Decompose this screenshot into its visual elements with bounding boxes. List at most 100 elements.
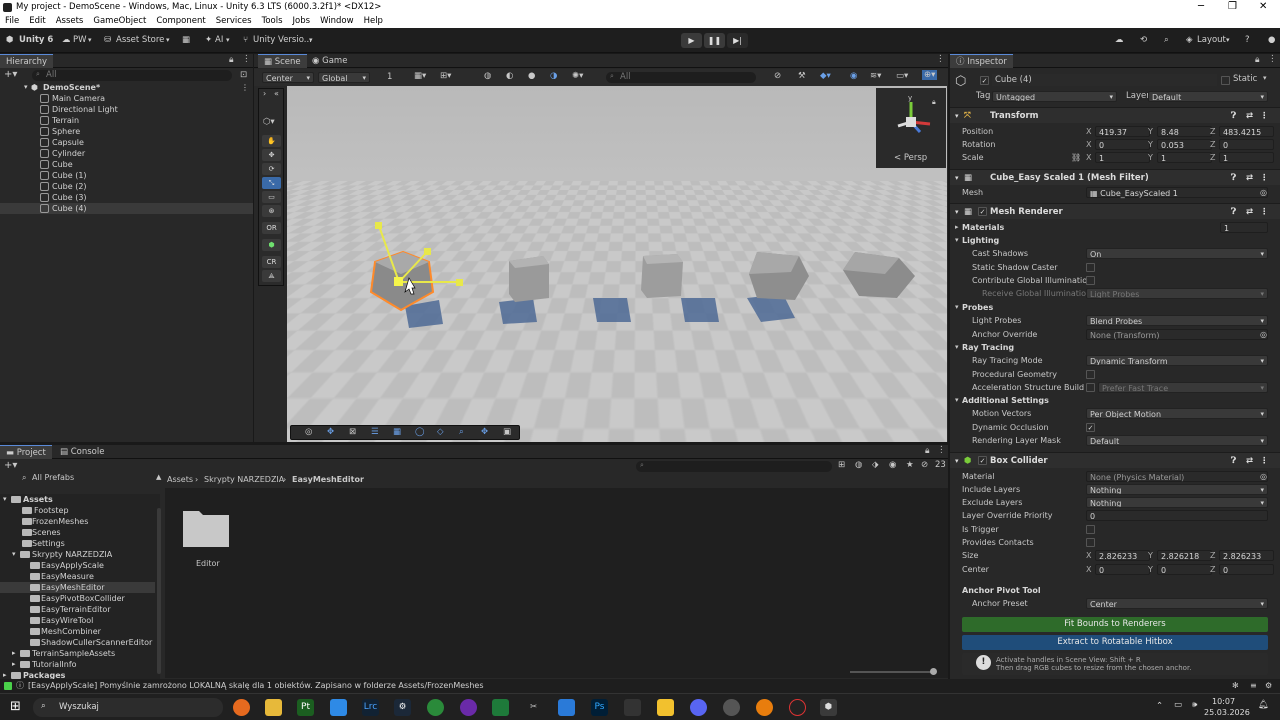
object-picker-icon[interactable]: ◎ bbox=[1260, 470, 1267, 483]
mesh-field[interactable]: ▦ Cube_EasyScaled 1 bbox=[1086, 187, 1268, 198]
fit-bounds-button[interactable]: Fit Bounds to Renderers bbox=[962, 617, 1268, 632]
probes-section[interactable]: ▾ Probes bbox=[950, 301, 1280, 314]
tree-item[interactable]: Scenes bbox=[0, 527, 155, 538]
layer-dropdown[interactable]: Default bbox=[1148, 91, 1268, 102]
settings-icon[interactable]: ⚙ bbox=[1265, 679, 1272, 693]
breadcrumb-item[interactable]: Assets bbox=[167, 474, 193, 486]
layers-icon[interactable]: ≋▾ bbox=[870, 71, 881, 81]
hierarchy-item[interactable]: Cylinder bbox=[0, 148, 253, 159]
hide-icon[interactable]: ⊘ bbox=[774, 71, 781, 81]
position-y-field[interactable]: 8.48 bbox=[1157, 126, 1212, 137]
size-z-field[interactable]: 2.826233 bbox=[1219, 550, 1274, 561]
chevron-down-icon[interactable]: ▾ bbox=[1263, 74, 1267, 82]
scene-search-input[interactable]: ⌕ All bbox=[606, 72, 756, 83]
is-trigger-checkbox[interactable] bbox=[1086, 525, 1095, 534]
collapse-arrow-icon[interactable]: › bbox=[263, 89, 266, 98]
lock-icon[interactable]: 🔒︎ bbox=[925, 446, 930, 456]
tool-icon[interactable]: ⊠ bbox=[349, 427, 356, 437]
app-icon[interactable] bbox=[624, 699, 641, 716]
filter-type-icon[interactable]: ⊞ bbox=[838, 460, 845, 470]
taskbar-time[interactable]: 10:07 bbox=[1212, 697, 1235, 706]
link-icon[interactable]: ⛓ bbox=[1071, 151, 1081, 164]
restore-button[interactable]: ❐ bbox=[1228, 1, 1237, 12]
history-icon[interactable]: ⟲ bbox=[1140, 34, 1147, 47]
static-shadow-checkbox[interactable] bbox=[1086, 263, 1095, 272]
materials-count-field[interactable]: 1 bbox=[1220, 222, 1268, 233]
tool-icon[interactable]: ◇ bbox=[437, 427, 444, 437]
volume-icon[interactable]: 🕪︎ bbox=[1192, 700, 1197, 710]
tree-item[interactable]: EasyApplyScale bbox=[0, 560, 155, 571]
tree-item[interactable]: ▸ TerrainSampleAssets bbox=[0, 648, 155, 659]
network-icon[interactable]: ▭ bbox=[1174, 700, 1182, 710]
scene-viewport[interactable] bbox=[287, 86, 947, 442]
tool-icon[interactable]: ✥ bbox=[481, 427, 488, 437]
rect-tool-button[interactable]: ▭ bbox=[262, 191, 281, 203]
rendering-layer-dropdown[interactable]: Default bbox=[1086, 435, 1268, 446]
package-icon[interactable]: ▦ bbox=[182, 34, 190, 47]
lock-icon[interactable]: 🔒︎ bbox=[1255, 55, 1260, 65]
tool-icon[interactable]: ✥ bbox=[327, 427, 334, 437]
app-icon[interactable] bbox=[330, 699, 347, 716]
unity-hub-icon[interactable]: ⬢ bbox=[820, 699, 837, 716]
menu-component[interactable]: Component bbox=[151, 14, 210, 28]
scale-z-field[interactable]: 1 bbox=[1219, 152, 1274, 163]
tab-inspector[interactable]: ⓘ Inspector bbox=[950, 54, 1013, 68]
wireframe-icon[interactable]: ◐ bbox=[506, 71, 513, 81]
grid-icon[interactable]: ▦▾ bbox=[414, 71, 426, 81]
object-picker-icon[interactable]: ◎ bbox=[1260, 328, 1267, 341]
additional-settings-section[interactable]: ▾ Additional Settings bbox=[950, 394, 1280, 407]
tree-item[interactable]: MeshCombiner bbox=[0, 626, 155, 637]
help-icon[interactable]: ❓︎ bbox=[1231, 453, 1236, 469]
contribute-gi-checkbox[interactable] bbox=[1086, 276, 1095, 285]
hierarchy-item-selected[interactable]: Cube (4) bbox=[0, 203, 253, 214]
menu-file[interactable]: File bbox=[0, 14, 24, 28]
procedural-geometry-checkbox[interactable] bbox=[1086, 370, 1095, 379]
ai-button[interactable]: AI bbox=[215, 34, 223, 47]
spreadsheet-icon[interactable] bbox=[492, 699, 509, 716]
taskbar-date[interactable]: 25.03.2026 bbox=[1204, 708, 1250, 717]
help-icon[interactable]: ? bbox=[1245, 34, 1250, 47]
snap-icon[interactable]: ⊞▾ bbox=[440, 71, 451, 81]
measure-tool-button[interactable]: ⟁ bbox=[262, 270, 281, 282]
kebab-menu-icon[interactable]: ⋮ bbox=[1268, 54, 1277, 64]
scale-x-field[interactable]: 1 bbox=[1095, 152, 1150, 163]
hierarchy-item[interactable]: Cube bbox=[0, 159, 253, 170]
breadcrumb-item[interactable]: EasyMeshEditor bbox=[292, 474, 364, 486]
preset-icon[interactable]: ⇄ bbox=[1246, 170, 1253, 186]
rotation-y-field[interactable]: 0.053 bbox=[1157, 139, 1212, 150]
kebab-menu-icon[interactable]: ⋮ bbox=[1260, 453, 1269, 469]
chrome-icon[interactable] bbox=[427, 699, 444, 716]
scale-tool-button[interactable]: ⤡ bbox=[262, 177, 281, 189]
app-icon[interactable] bbox=[789, 699, 806, 716]
layout-dropdown[interactable]: Layout bbox=[1197, 34, 1226, 47]
space-dropdown[interactable]: Global bbox=[318, 72, 370, 83]
lrc-icon[interactable]: Lrc bbox=[362, 699, 379, 716]
tab-console[interactable]: ▤ Console bbox=[54, 445, 110, 459]
tree-item[interactable]: EasyMeasure bbox=[0, 571, 155, 582]
view-cube-icon[interactable]: ⬡▾ bbox=[263, 117, 275, 127]
expand-arrow-icon[interactable]: ▾ bbox=[24, 82, 28, 93]
pause-button[interactable]: ❚❚ bbox=[704, 33, 725, 48]
windows-start-icon[interactable]: ⊞ bbox=[10, 699, 21, 714]
mesh-renderer-header[interactable]: ▾ ▦ ✓ Mesh Renderer ❓︎ ⇄ ⋮ bbox=[950, 203, 1280, 219]
accel-checkbox[interactable] bbox=[1086, 383, 1095, 392]
tree-item[interactable]: Settings bbox=[0, 538, 155, 549]
collapse-arrow-icon[interactable]: ▲ bbox=[156, 473, 161, 481]
menu-assets[interactable]: Assets bbox=[51, 14, 89, 28]
hand-tool-button[interactable]: ✋ bbox=[262, 135, 281, 147]
grid-snap-value[interactable]: 1 bbox=[387, 72, 392, 82]
kebab-menu-icon[interactable]: ⋮ bbox=[937, 445, 946, 455]
kebab-menu-icon[interactable]: ⋮ bbox=[1260, 204, 1269, 220]
gizmos-icon[interactable]: ⊕▾ bbox=[922, 70, 937, 80]
tab-hierarchy[interactable]: Hierarchy bbox=[0, 54, 53, 68]
tool-icon[interactable]: ◎ bbox=[305, 427, 312, 437]
tools-icon[interactable]: ⚒ bbox=[798, 71, 806, 81]
kebab-menu-icon[interactable]: ⋮ bbox=[1260, 170, 1269, 186]
center-z-field[interactable]: 0 bbox=[1219, 564, 1274, 575]
filter-label-icon[interactable]: ◍ bbox=[855, 460, 862, 470]
cr-tool-button[interactable]: CR bbox=[262, 256, 281, 268]
tool-icon[interactable]: ▦ bbox=[393, 427, 401, 437]
shaded-icon[interactable]: ● bbox=[528, 71, 535, 81]
tag-icon[interactable]: ⬗ bbox=[872, 460, 879, 470]
tree-item[interactable]: EasyPivotBoxCollider bbox=[0, 593, 155, 604]
